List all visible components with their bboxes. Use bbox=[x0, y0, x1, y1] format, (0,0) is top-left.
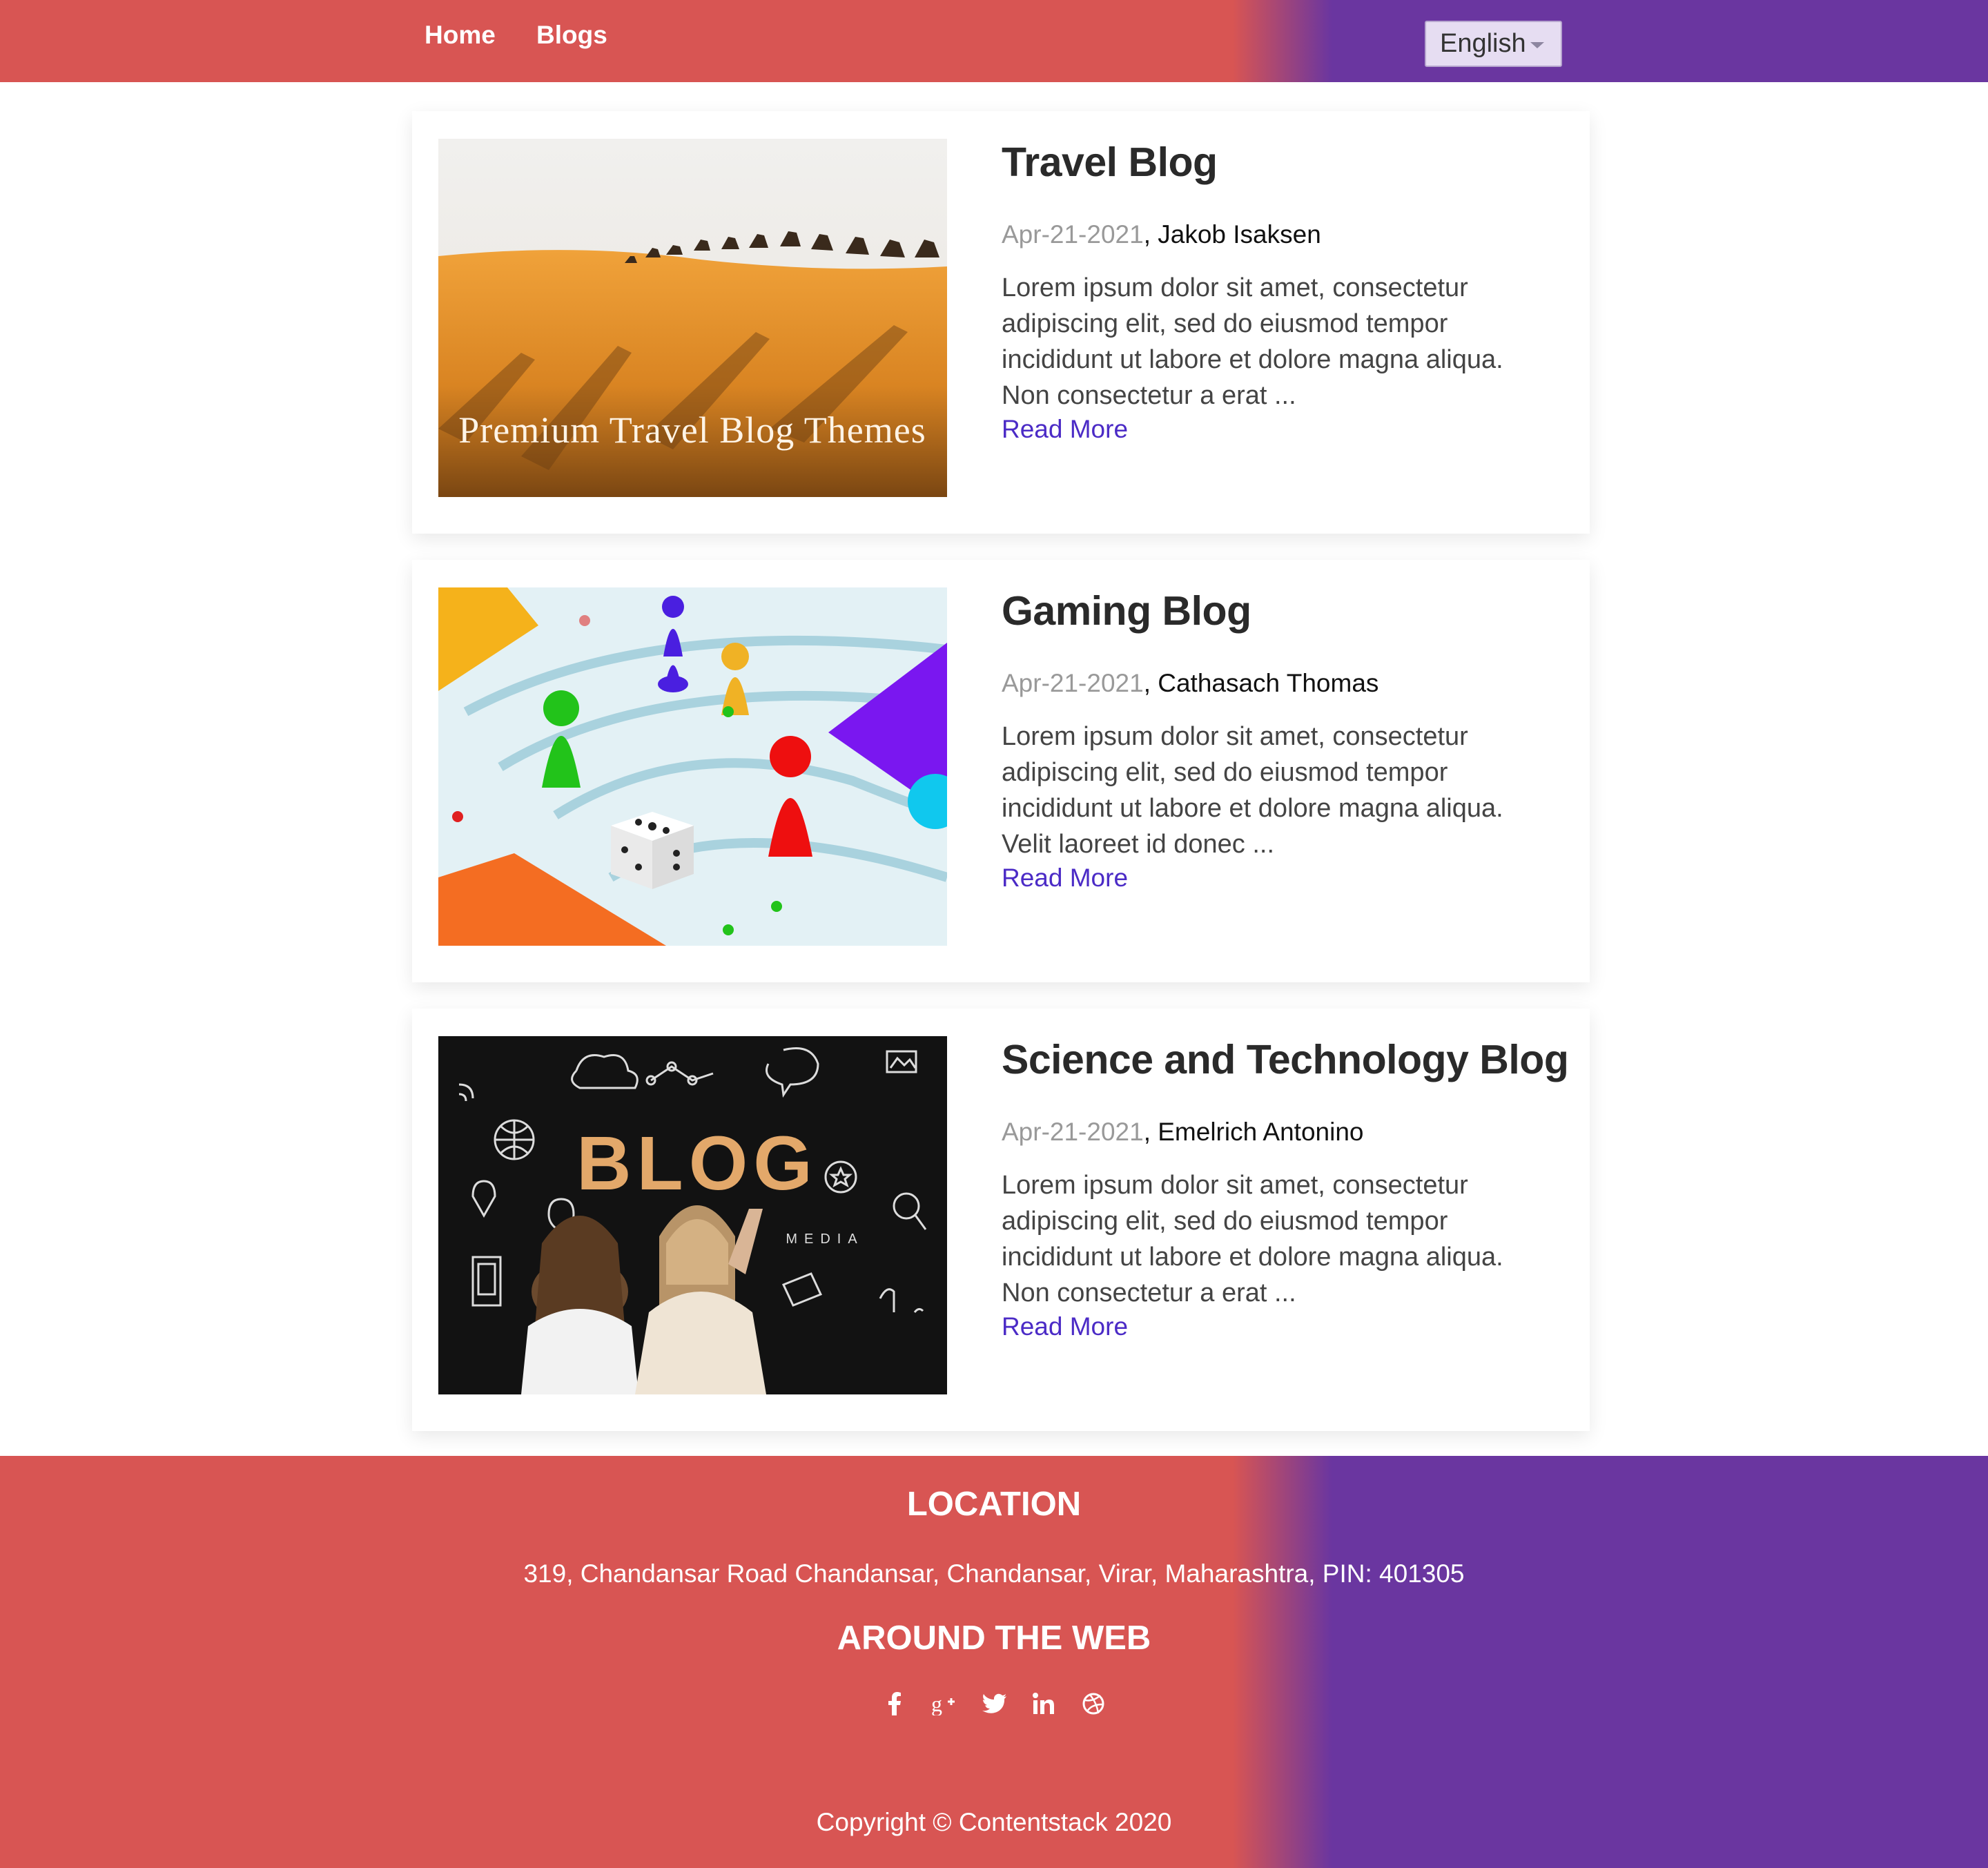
travel-image-caption: Premium Travel Blog Themes bbox=[458, 409, 926, 451]
chevron-down-icon bbox=[1530, 42, 1544, 48]
blog-thumbnail-gaming[interactable] bbox=[438, 587, 947, 946]
post-author: Emelrich Antonino bbox=[1158, 1118, 1364, 1146]
post-title[interactable]: Gaming Blog bbox=[1002, 587, 1251, 634]
post-author: Jakob Isaksen bbox=[1158, 220, 1321, 249]
post-meta: Apr-21-2021, Cathasach Thomas bbox=[1002, 669, 1379, 697]
copyright-text: Copyright © Contentstack 2020 bbox=[816, 1808, 1172, 1836]
blog-thumbnail-travel[interactable]: Premium Travel Blog Themes bbox=[438, 139, 947, 497]
blog-card-gaming: Gaming Blog Apr-21-2021, Cathasach Thoma… bbox=[412, 560, 1590, 982]
dribbble-icon[interactable] bbox=[1080, 1691, 1107, 1717]
google-plus-icon[interactable]: g bbox=[931, 1691, 957, 1717]
post-date: Apr-21-2021 bbox=[1002, 220, 1144, 249]
blog-chalk-text: BLOG bbox=[576, 1121, 818, 1206]
facebook-icon[interactable] bbox=[881, 1691, 908, 1717]
language-select-value: English bbox=[1440, 29, 1526, 58]
post-date: Apr-21-2021 bbox=[1002, 1118, 1144, 1146]
post-date: Apr-21-2021 bbox=[1002, 669, 1144, 697]
blog-thumbnail-science-technology[interactable]: BLOG MEDIA bbox=[438, 1036, 947, 1394]
location-heading: LOCATION bbox=[906, 1486, 1082, 1523]
site-header: Home Blogs English bbox=[0, 0, 1988, 82]
media-chalk-text: MEDIA bbox=[786, 1232, 864, 1247]
read-more-link[interactable]: Read More bbox=[1002, 1312, 1128, 1341]
site-footer: LOCATION 319, Chandansar Road Chandansar… bbox=[0, 1456, 1988, 1868]
post-meta: Apr-21-2021, Emelrich Antonino bbox=[1002, 1118, 1364, 1146]
post-author: Cathasach Thomas bbox=[1158, 669, 1379, 697]
blog-card-science-technology: BLOG MEDIA Science and Technology Blog A… bbox=[412, 1009, 1590, 1431]
nav-blogs-link[interactable]: Blogs bbox=[536, 21, 607, 50]
address-text: 319, Chandansar Road Chandansar, Chandan… bbox=[523, 1559, 1465, 1588]
language-select[interactable]: English bbox=[1425, 21, 1562, 67]
around-the-web-heading: AROUND THE WEB bbox=[837, 1619, 1151, 1657]
svg-text:g: g bbox=[931, 1692, 942, 1715]
nav-home-link[interactable]: Home bbox=[425, 21, 496, 50]
read-more-link[interactable]: Read More bbox=[1002, 415, 1128, 444]
post-title[interactable]: Science and Technology Blog bbox=[1002, 1036, 1569, 1083]
post-excerpt: Lorem ipsum dolor sit amet, consectetur … bbox=[1002, 722, 1503, 859]
post-excerpt: Lorem ipsum dolor sit amet, consectetur … bbox=[1002, 273, 1503, 410]
social-links: g bbox=[0, 1691, 1988, 1717]
twitter-icon[interactable] bbox=[981, 1691, 1007, 1717]
post-meta: Apr-21-2021, Jakob Isaksen bbox=[1002, 220, 1321, 249]
read-more-link[interactable]: Read More bbox=[1002, 864, 1128, 893]
post-title[interactable]: Travel Blog bbox=[1002, 139, 1218, 186]
post-excerpt: Lorem ipsum dolor sit amet, consectetur … bbox=[1002, 1171, 1503, 1307]
linkedin-icon[interactable] bbox=[1031, 1691, 1057, 1717]
blog-card-travel: Premium Travel Blog Themes Travel Blog A… bbox=[412, 111, 1590, 534]
